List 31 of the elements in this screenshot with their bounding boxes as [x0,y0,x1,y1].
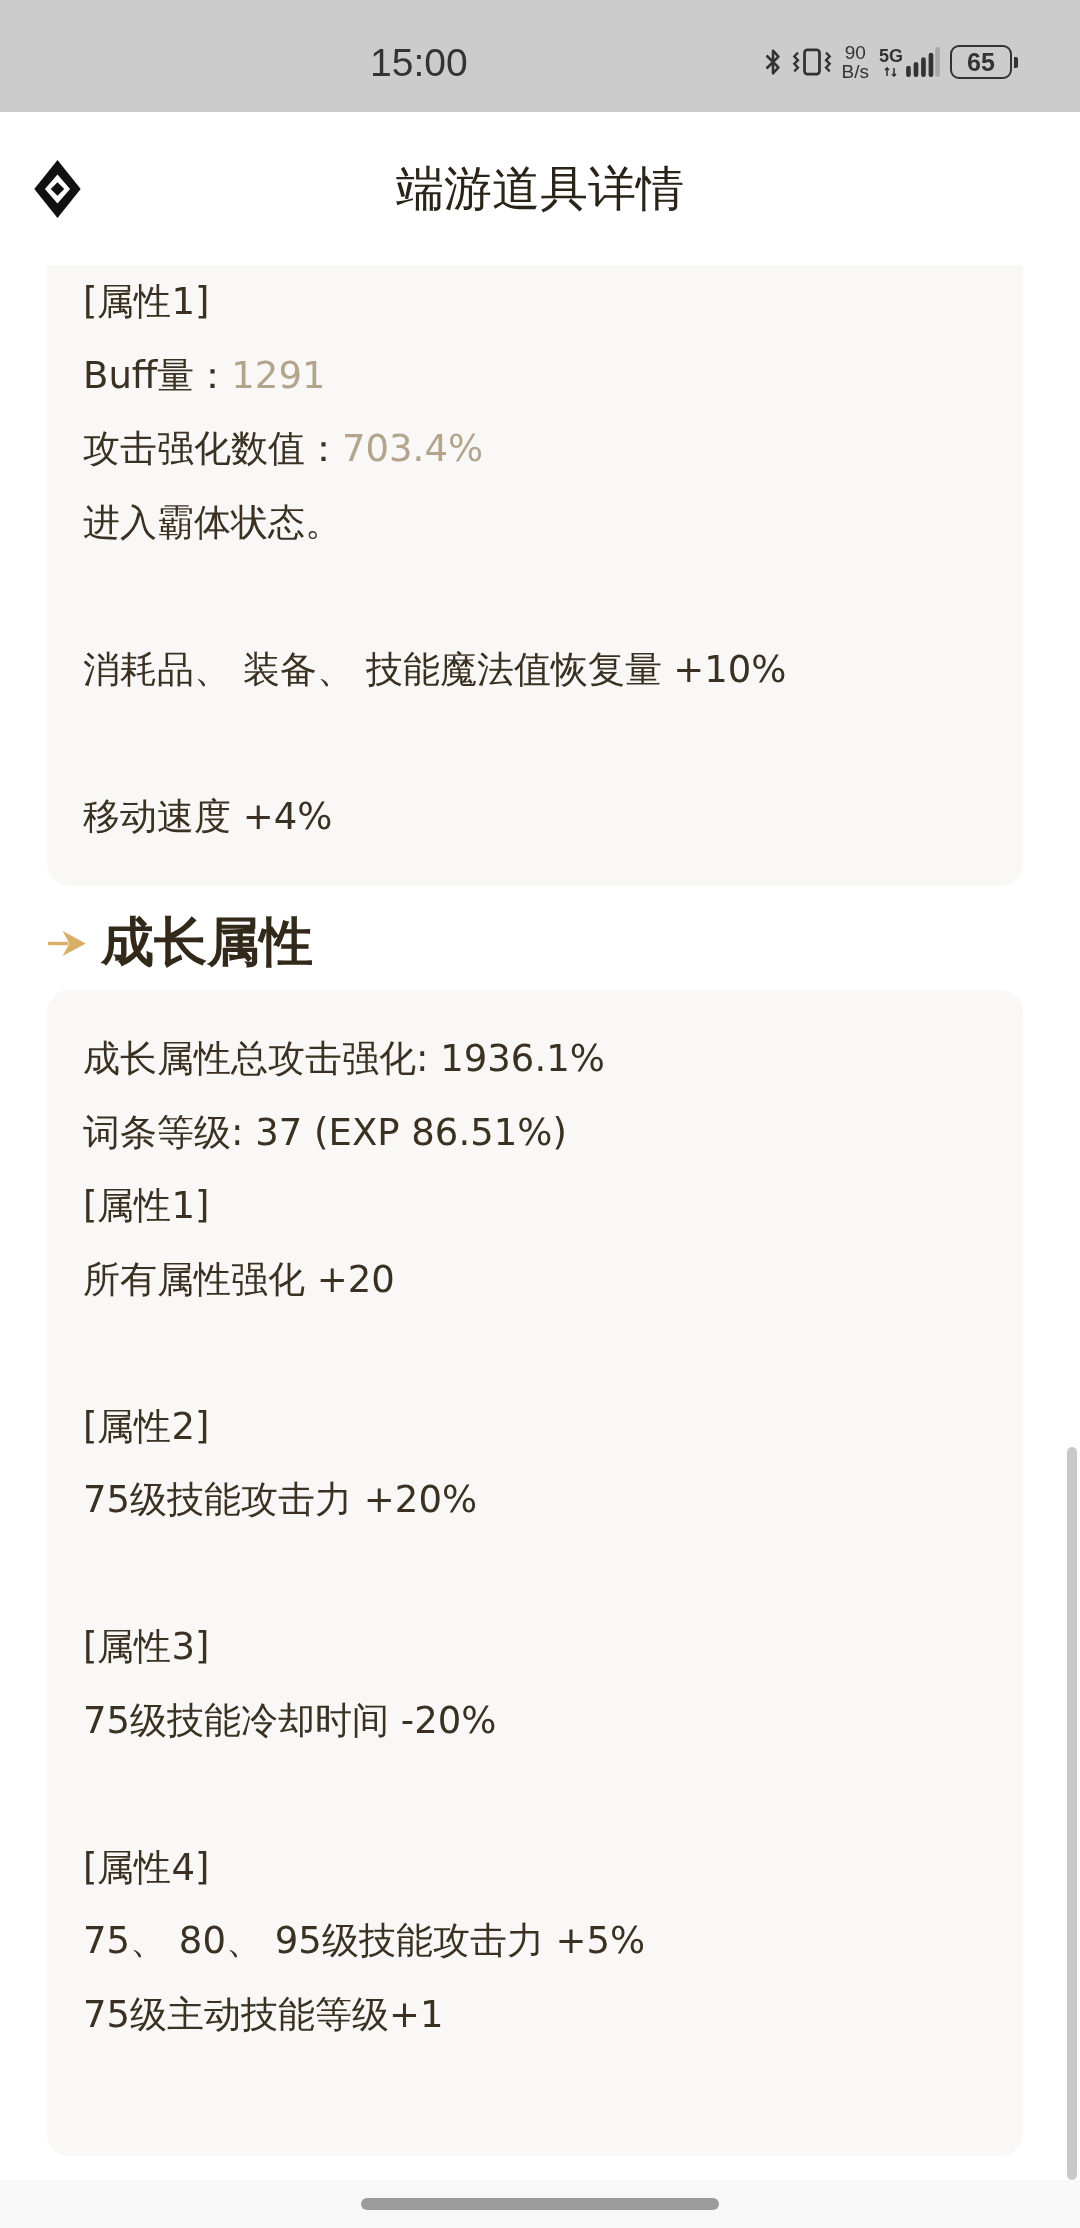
attribute-line: [属性2] [83,1403,211,1450]
attribute-line: [属性4] [83,1844,211,1891]
attribute-line: 移动速度 +4% [83,793,334,840]
battery-indicator: 65 [950,45,1018,79]
section-title: 成长属性 [101,910,313,974]
stat-line: 攻击强化数值：703.4% [83,426,485,472]
vibrate-icon [791,48,832,76]
attribute-line: 词条等级: 37 (EXP 86.51%) [83,1109,568,1156]
attribute-line: [属性1] [83,279,211,325]
attribute-line: 消耗品、 装备、 技能魔法值恢复量 +10% [83,646,788,693]
attribute-line: 所有属性强化 +20 [83,1256,396,1303]
diamond-logo-icon [34,159,81,218]
attribute-line: 75、 80、 95级技能攻击力 +5% [83,1918,647,1964]
signal-bars-icon [906,47,940,77]
data-arrows-icon [884,67,898,77]
arrow-icon [47,928,86,958]
attribute-line: 75级技能冷却时间 -20% [83,1697,498,1744]
attribute-line: 进入霸体状态。 [83,499,343,546]
attribute-line: 75级技能攻击力 +20% [83,1477,479,1523]
bluetooth-icon [763,48,782,76]
net-speed-unit: B/s [841,62,869,81]
network-type-label: 5G [879,47,903,65]
attribute-line: 成长属性总攻击强化: 1936.1% [83,1036,606,1082]
stat-line: Buff量：1291 [83,352,327,399]
net-speed-value: 90 [844,43,866,62]
attribute-line: [属性1] [83,1183,211,1229]
status-time: 15:00 [370,42,468,82]
attribute-line: [属性3] [83,1624,211,1670]
home-indicator[interactable] [361,2198,719,2210]
page-title: 端游道具详情 [396,158,684,218]
attribute-line: 75级主动技能等级+1 [83,1991,445,2038]
